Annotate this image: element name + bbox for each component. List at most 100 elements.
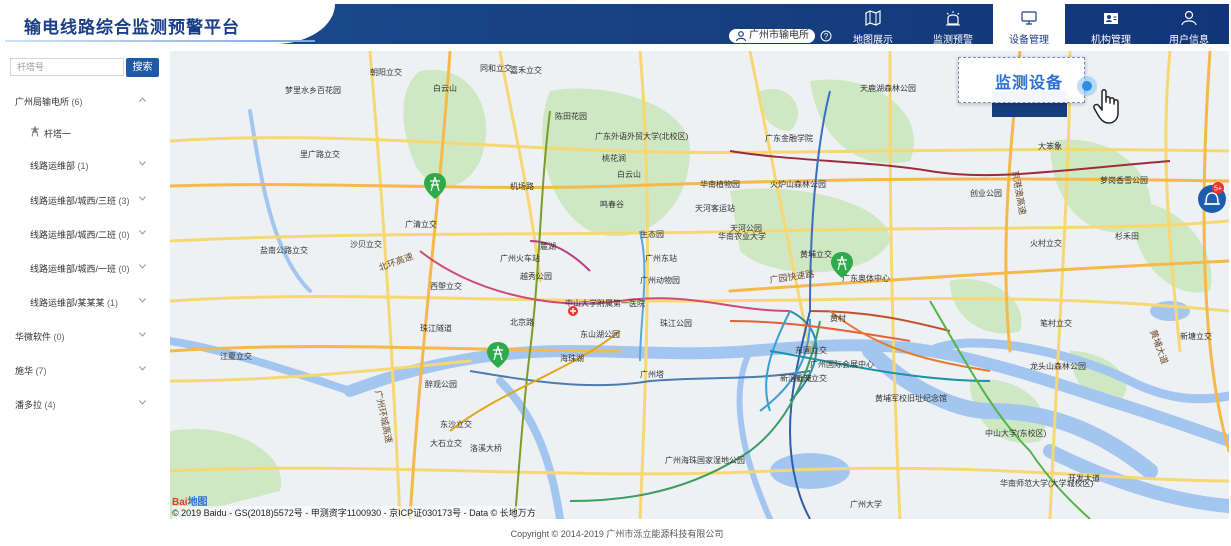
tree-node[interactable]: 线路运维部/城西/三班 (3) bbox=[30, 194, 130, 207]
place-label: 白云山 bbox=[617, 169, 641, 179]
map-attribution: © 2019 Baidu - GS(2018)5572号 - 甲测资字11009… bbox=[172, 506, 536, 519]
chevron-down-icon[interactable] bbox=[139, 196, 146, 201]
place-label: 白云山 bbox=[433, 83, 457, 93]
nav-device-mgmt[interactable]: 设备管理 bbox=[993, 4, 1065, 44]
tree-count: (0) bbox=[118, 230, 130, 240]
tree-count: (4) bbox=[44, 400, 56, 410]
chevron-up-icon[interactable] bbox=[139, 97, 146, 102]
sidebar: 杆塔号 搜索 广州局输电所 (6) 杆塔一 线路运维部 (1) 线路运维部/城西… bbox=[5, 51, 164, 519]
tree-node[interactable]: 华微软件 (0) bbox=[15, 330, 65, 343]
nav-label: 监测预警 bbox=[933, 35, 973, 44]
place-label: 火炉山森林公园 bbox=[770, 179, 826, 189]
tree-node-tower[interactable]: 杆塔一 bbox=[44, 127, 71, 140]
place-label: 黄埔军校旧址纪念馆 bbox=[875, 393, 947, 403]
tree-label: 杆塔一 bbox=[44, 129, 72, 139]
monitor-device-callout[interactable]: 监测设备 bbox=[958, 57, 1097, 103]
place-label: 嘉禾立交 bbox=[510, 65, 542, 75]
place-label: 越秀公园 bbox=[520, 271, 552, 281]
place-label: 黄埔立交 bbox=[800, 249, 832, 259]
tree-node[interactable]: 线路运维部/城西/一班 (0) bbox=[30, 262, 130, 275]
search-input[interactable]: 杆塔号 bbox=[10, 58, 124, 76]
place-label: 鸣春谷 bbox=[600, 199, 624, 209]
place-label: 东沙立交 bbox=[440, 419, 472, 429]
hand-cursor-icon bbox=[1093, 89, 1119, 124]
tree-count: (0) bbox=[118, 264, 130, 274]
nav-label: 设备管理 bbox=[1009, 35, 1049, 44]
tree-node[interactable]: 线路运维部/某某某 (1) bbox=[30, 296, 118, 309]
chevron-down-icon[interactable] bbox=[139, 366, 146, 371]
tree-node-root[interactable]: 广州局输电所 (6) bbox=[15, 95, 83, 108]
tree-count: (1) bbox=[77, 161, 89, 171]
chevron-down-icon[interactable] bbox=[139, 400, 146, 405]
place-label: 黄村 bbox=[830, 313, 846, 323]
footer: Copyright © 2014-2019 广州市泺立能源科技有限公司 bbox=[5, 522, 1229, 546]
place-label: 天河客运站 bbox=[695, 203, 735, 213]
place-label: 大石立交 bbox=[430, 438, 462, 448]
place-label: 中山大学(东校区) bbox=[985, 428, 1047, 438]
place-label: 火村立交 bbox=[1030, 238, 1062, 248]
nav-label: 用户信息 bbox=[1169, 35, 1209, 44]
tree-node[interactable]: 线路运维部/城西/二班 (0) bbox=[30, 228, 130, 241]
tree-label: 施华 bbox=[15, 366, 34, 376]
place-label: 萝岗香雪公园 bbox=[1100, 175, 1148, 185]
place-label: 珠江公园 bbox=[660, 318, 692, 328]
alert-bell-button[interactable]: 5+ bbox=[1198, 182, 1226, 213]
place-label: 广州塔 bbox=[640, 369, 664, 379]
chevron-down-icon[interactable] bbox=[139, 230, 146, 235]
place-label: 新洲立交 bbox=[795, 373, 827, 383]
tree-count: (6) bbox=[71, 97, 83, 107]
place-label: 天河公园 bbox=[730, 223, 762, 233]
nav-org-mgmt[interactable]: 机构管理 bbox=[1075, 4, 1147, 44]
place-label: 广州东站 bbox=[645, 253, 677, 263]
place-label: 江夏立交 bbox=[220, 351, 252, 361]
place-label: 笔村立交 bbox=[1040, 318, 1072, 328]
place-label: 珠江隧道 bbox=[420, 323, 452, 333]
place-label: 东山湖公园 bbox=[580, 329, 620, 339]
chevron-down-icon[interactable] bbox=[139, 298, 146, 303]
tree-label: 广州局输电所 bbox=[15, 97, 70, 107]
nav-label: 机构管理 bbox=[1091, 35, 1131, 44]
title-plate: 输电线路综合监测预警平台 bbox=[5, 4, 335, 44]
place-label: 醉观公园 bbox=[425, 379, 457, 389]
place-label: 沙贝立交 bbox=[350, 239, 382, 249]
org-selector[interactable]: 广州市输电所 bbox=[729, 29, 815, 43]
svg-text:?: ? bbox=[824, 32, 829, 41]
tower-marker[interactable] bbox=[424, 173, 446, 199]
alert-count: 5+ bbox=[1214, 186, 1222, 193]
nav-map-display[interactable]: 地图展示 bbox=[837, 4, 909, 44]
callout-text: 监测设备 bbox=[995, 75, 1064, 92]
tower-icon bbox=[31, 126, 39, 137]
user-icon bbox=[1181, 10, 1197, 26]
chevron-down-icon[interactable] bbox=[139, 332, 146, 337]
map-view[interactable]: 白云山 嘉禾立交 同和立交 朝阳立交 梦里水乡百花园 陈田花园 广东外语外贸大学(北校区) 桃… bbox=[170, 51, 1229, 519]
tree-count: (1) bbox=[107, 298, 119, 308]
map-canvas[interactable]: 白云山 嘉禾立交同和立交 朝阳立交梦里水乡百花园陈田花园广东外语外贸大学(北校区) 桃… bbox=[170, 51, 1229, 519]
place-label: 广州大学 bbox=[850, 499, 882, 509]
tree-node[interactable]: 潘多拉 (4) bbox=[15, 398, 56, 411]
place-label: 麓湖 bbox=[540, 241, 556, 251]
place-label: 东圃立交 bbox=[795, 345, 827, 355]
search-button[interactable]: 搜索 bbox=[126, 58, 159, 77]
help-icon[interactable]: ? bbox=[820, 30, 832, 42]
hospital-icon bbox=[568, 306, 578, 316]
tree-label: 线路运维部 bbox=[30, 161, 76, 171]
place-label: 创业公园 bbox=[970, 188, 1002, 198]
nav-monitor-alert[interactable]: 监测预警 bbox=[917, 4, 989, 44]
place-label: 广州国际会展中心 bbox=[810, 359, 874, 369]
monitor-icon bbox=[1021, 11, 1037, 25]
place-label: 北京路 bbox=[510, 317, 534, 327]
tree-node[interactable]: 线路运维部 (1) bbox=[30, 159, 89, 172]
tower-marker[interactable] bbox=[487, 342, 509, 368]
place-label: 广州动物园 bbox=[640, 275, 680, 285]
place-label: 同和立交 bbox=[480, 63, 512, 73]
place-label: 天鹿湖森林公园 bbox=[860, 83, 916, 93]
place-label: 开发大道 bbox=[1068, 473, 1100, 483]
tree-node[interactable]: 施华 (7) bbox=[15, 364, 47, 377]
place-label: 广东外语外贸大学(北校区) bbox=[595, 131, 689, 141]
place-label: 广东奥体中心 bbox=[842, 273, 890, 283]
nav-user-info[interactable]: 用户信息 bbox=[1153, 4, 1225, 44]
chevron-down-icon[interactable] bbox=[139, 264, 146, 269]
place-label: 中山大学附属第一医院 bbox=[565, 298, 645, 308]
chevron-down-icon[interactable] bbox=[139, 161, 146, 166]
tree-label: 线路运维部/城西/三班 bbox=[30, 196, 117, 206]
